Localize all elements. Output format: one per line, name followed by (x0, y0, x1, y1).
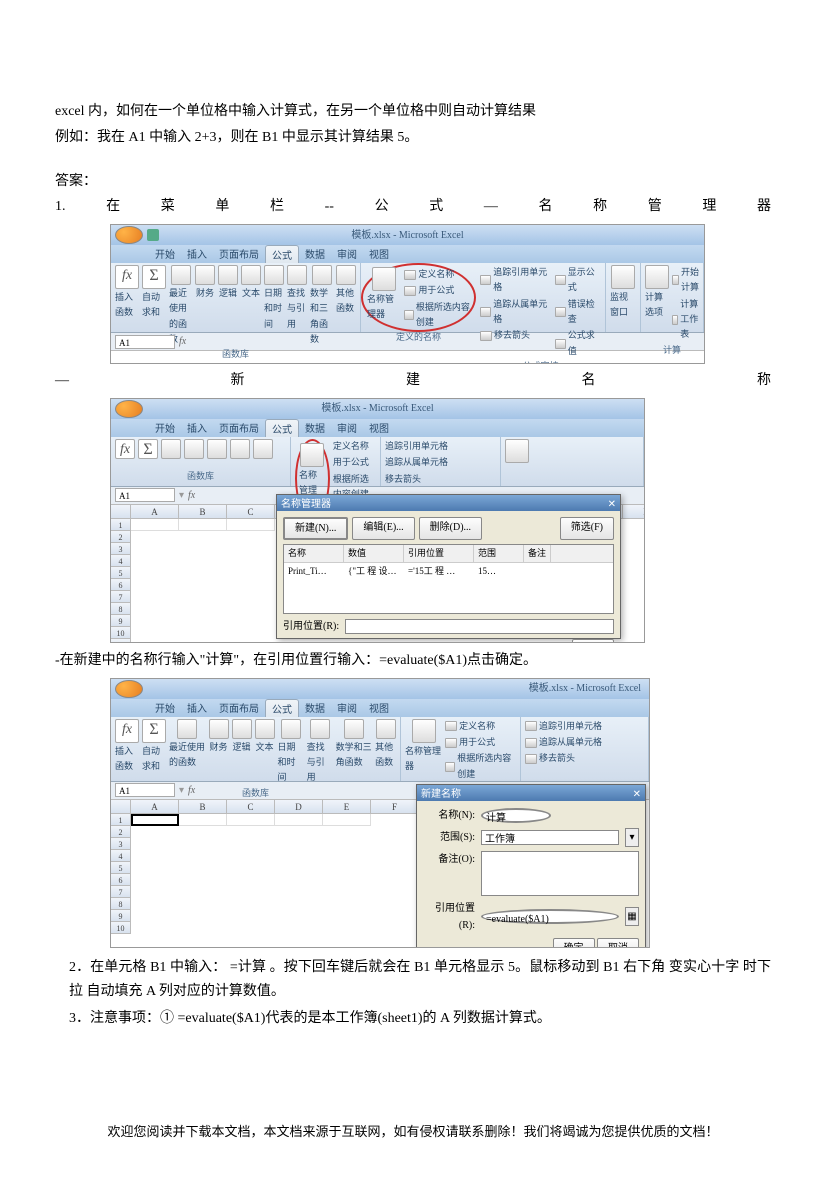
watch-window-button[interactable]: 监视窗口 (610, 265, 636, 321)
range-picker-icon[interactable]: ▦ (625, 907, 639, 926)
tab-review[interactable]: 审阅 (331, 245, 363, 263)
calc-options-button[interactable]: 计算选项 (645, 265, 669, 321)
comment-input[interactable] (481, 851, 639, 896)
tab-home[interactable]: 开始 (149, 245, 181, 263)
trace-precedents-button[interactable]: 追踪引用单元格 (480, 265, 552, 296)
use-formula-button[interactable]: 用于公式 (404, 283, 470, 298)
tab-formulas[interactable]: 公式 (265, 419, 299, 437)
filter-button[interactable]: 筛选(F) (560, 517, 614, 540)
remove-arrows-button[interactable]: 移去箭头 (480, 328, 552, 343)
ribbon: fx插入函数 Σ自动求和 最近使用的函数 财务 逻辑 文本 日期和时间 查找与引… (111, 263, 704, 333)
edit-name-button[interactable]: 编辑(E)... (352, 517, 414, 540)
ribbon-group-audit: 追踪引用单元格 追踪从属单元格 移去箭头 显示公式 错误检查 公式求值 公式审核 (476, 263, 606, 332)
intro-line-2: 例如：我在 A1 中输入 2+3，则在 B1 中显示其计算结果 5。 (55, 126, 771, 150)
cancel-button[interactable]: 取消 (597, 938, 639, 948)
intro-line-1: excel 内，如何在一个单位格中输入计算式，在另一个单位格中则自动计算结果 (55, 100, 771, 124)
screenshot-new-name: 模板.xlsx - Microsoft Excel 开始插入页面布局公式数据审阅… (110, 678, 650, 948)
reference-input[interactable]: =evaluate($A1) (481, 909, 619, 924)
scope-select[interactable]: 工作簿 (481, 830, 619, 845)
ribbon-group-names: 名称管理器 定义名称 用于公式 根据所选内容创建 定义的名称 (361, 263, 476, 332)
logical-button[interactable]: 逻辑 (218, 265, 238, 301)
tab-formulas[interactable]: 公式 (265, 699, 299, 717)
show-formulas-button[interactable]: 显示公式 (555, 265, 601, 296)
step-1b-line: —新建名称 (55, 369, 771, 393)
tab-insert[interactable]: 插入 (181, 245, 213, 263)
delete-name-button[interactable]: 删除(D)... (419, 517, 482, 540)
error-check-button[interactable]: 错误检查 (555, 297, 601, 328)
name-manager-dialog: 名称管理器✕ 新建(N)... 编辑(E)... 删除(D)... 筛选(F) … (276, 494, 621, 639)
tab-view[interactable]: 视图 (363, 245, 395, 263)
qat-save-icon[interactable] (147, 229, 159, 241)
calc-sheet-button[interactable]: 计算工作表 (672, 297, 699, 343)
name-box[interactable]: A1 (115, 335, 175, 349)
name-list[interactable]: 名称数值引用位置范围备注 Print_Ti…{"工 程 设…='15工 程 …1… (283, 544, 614, 614)
title-bar: 模板.xlsx - Microsoft Excel (111, 225, 704, 245)
name-box[interactable]: A1 (115, 488, 175, 502)
office-button-icon[interactable] (115, 226, 143, 244)
screenshot-name-manager: 模板.xlsx - Microsoft Excel 开始插入页面布局公式数据审阅… (110, 398, 645, 643)
window-title: 模板.xlsx - Microsoft Excel (351, 227, 463, 244)
step-2: 2．在单元格 B1 中输入： =计算 。按下回车键后就会在 B1 单元格显示 5… (69, 956, 771, 1004)
lookup-button[interactable]: 查找与引用 (287, 265, 307, 332)
fx-icon[interactable]: fx (179, 333, 186, 350)
new-name-dialog: 新建名称✕ 名称(N):计算 范围(S):工作簿▾ 备注(O): 引用位置(R)… (416, 784, 646, 948)
autosum-button[interactable]: Σ自动求和 (142, 265, 166, 321)
calc-now-button[interactable]: 开始计算 (672, 265, 699, 296)
step-1c: -在新建中的名称行输入"计算"，在引用位置行输入：=evaluate($A1)点… (55, 649, 771, 673)
tab-formulas[interactable]: 公式 (265, 245, 299, 263)
step-1-line: 1. 在菜单栏--公式—名称管理器 (55, 195, 771, 219)
close-icon[interactable]: ✕ (633, 786, 641, 800)
financial-button[interactable]: 财务 (195, 265, 215, 301)
screenshot-ribbon: 模板.xlsx - Microsoft Excel 开始 插入 页面布局 公式 … (110, 224, 705, 364)
ref-input[interactable] (345, 619, 614, 634)
office-button-icon[interactable] (115, 400, 143, 418)
more-button[interactable]: 其他函数 (336, 265, 356, 317)
define-name-button[interactable]: 定义名称 (404, 267, 470, 282)
tab-data[interactable]: 数据 (299, 245, 331, 263)
name-manager-button[interactable]: 名称管理器 (367, 267, 401, 323)
ribbon-group-calc: 计算选项 开始计算 计算工作表 计算 (641, 263, 704, 332)
ribbon-group-library: fx插入函数 Σ自动求和 最近使用的函数 财务 逻辑 文本 日期和时间 查找与引… (111, 263, 361, 332)
footer-note: 欢迎您阅读并下载本文档，本文档来源于互联网，如有侵权请联系删除！我们将竭诚为您提… (55, 1121, 771, 1143)
insert-function-button[interactable]: fx插入函数 (115, 265, 139, 321)
new-name-button[interactable]: 新建(N)... (283, 517, 348, 540)
office-button-icon[interactable] (115, 680, 143, 698)
close-icon[interactable]: ✕ (608, 496, 616, 510)
name-manager-button[interactable]: 名称管理器 (405, 719, 442, 775)
create-selection-button[interactable]: 根据所选内容创建 (404, 300, 470, 331)
name-input[interactable]: 计算 (481, 808, 551, 823)
ribbon-tabs: 开始 插入 页面布局 公式 数据 审阅 视图 (111, 245, 704, 263)
trace-dependents-button[interactable]: 追踪从属单元格 (480, 297, 552, 328)
step-3: 3．注意事项：① =evaluate($A1)代表的是本工作簿(sheet1)的… (69, 1007, 771, 1031)
math-button[interactable]: 数学和三角函数 (310, 265, 333, 347)
ribbon-group-watch: 监视窗口 (606, 263, 641, 332)
tab-layout[interactable]: 页面布局 (213, 245, 265, 263)
ok-button[interactable]: 确定 (553, 938, 595, 948)
text-button[interactable]: 文本 (241, 265, 261, 301)
datetime-button[interactable]: 日期和时间 (264, 265, 284, 332)
answer-label: 答案： (55, 170, 771, 194)
evaluate-button[interactable]: 公式求值 (555, 328, 601, 359)
name-box[interactable]: A1 (115, 783, 175, 797)
